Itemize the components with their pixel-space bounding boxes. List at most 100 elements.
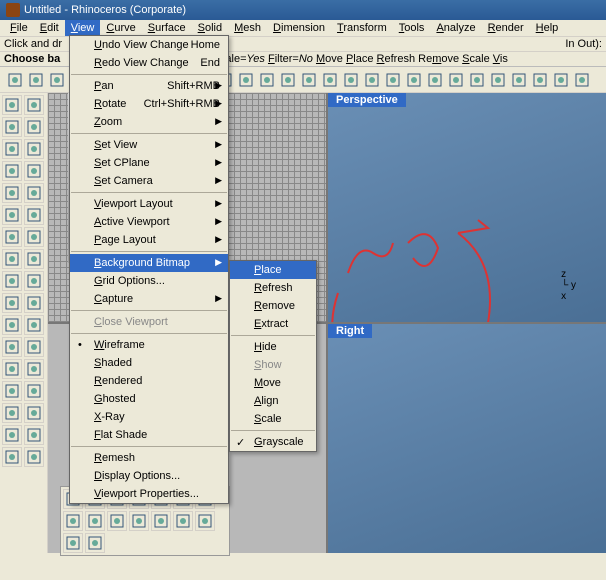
menu-item-x-ray[interactable]: X-Ray: [70, 408, 228, 426]
arc-icon[interactable]: [24, 161, 44, 181]
pipe-icon[interactable]: [2, 271, 22, 291]
menu-item-display-options-[interactable]: Display Options...: [70, 467, 228, 485]
rect-icon[interactable]: [2, 183, 22, 203]
explode-icon[interactable]: [2, 359, 22, 379]
menu-item-set-view[interactable]: Set View▶: [70, 136, 228, 154]
menu-render[interactable]: Render: [482, 20, 530, 36]
menu-tools[interactable]: Tools: [393, 20, 431, 36]
menu-dimension[interactable]: Dimension: [267, 20, 331, 36]
menu-item-refresh[interactable]: Refresh: [230, 279, 316, 297]
trim-icon[interactable]: [24, 315, 44, 335]
menu-item-align[interactable]: Align: [230, 392, 316, 410]
m-icon[interactable]: [173, 511, 193, 531]
menu-item-redo-view-change[interactable]: Redo View ChangeEnd: [70, 54, 228, 72]
line-icon[interactable]: [24, 117, 44, 137]
text-icon[interactable]: [24, 271, 44, 291]
menu-item-pan[interactable]: PanShift+RMB▶: [70, 77, 228, 95]
menu-item-hide[interactable]: Hide: [230, 338, 316, 356]
rotate3d-icon[interactable]: [2, 425, 22, 445]
dim-icon[interactable]: [2, 293, 22, 313]
menu-item-active-viewport[interactable]: Active Viewport▶: [70, 213, 228, 231]
menu-file[interactable]: File: [4, 20, 34, 36]
scale3d-icon[interactable]: [24, 425, 44, 445]
circle-icon[interactable]: [2, 161, 22, 181]
h-icon[interactable]: [63, 511, 83, 531]
bool-icon[interactable]: [2, 315, 22, 335]
offset-icon[interactable]: [24, 381, 44, 401]
menu-view[interactable]: View: [65, 20, 101, 36]
hatch-icon[interactable]: [24, 293, 44, 313]
viewport-perspective[interactable]: Perspective z└ yx: [328, 93, 606, 322]
menu-item-capture[interactable]: Capture▶: [70, 290, 228, 308]
menu-item-ghosted[interactable]: Ghosted: [70, 390, 228, 408]
split-icon[interactable]: [2, 337, 22, 357]
menu-item-undo-view-change[interactable]: Undo View ChangeHome: [70, 36, 228, 54]
menu-analyze[interactable]: Analyze: [430, 20, 481, 36]
polygon-icon[interactable]: [24, 183, 44, 203]
menu-item-extract[interactable]: Extract: [230, 315, 316, 333]
viewport-label[interactable]: Right: [328, 324, 372, 338]
chamfer-icon[interactable]: [2, 381, 22, 401]
menu-solid[interactable]: Solid: [192, 20, 228, 36]
sphere-icon[interactable]: [24, 227, 44, 247]
p-icon[interactable]: [85, 533, 105, 553]
join-icon[interactable]: [24, 337, 44, 357]
save-icon[interactable]: [48, 71, 66, 89]
move3d-icon[interactable]: [2, 447, 22, 467]
array-icon[interactable]: [2, 403, 22, 423]
k-icon[interactable]: [129, 511, 149, 531]
menu-item-rotate[interactable]: RotateCtrl+Shift+RMB▶: [70, 95, 228, 113]
menu-help[interactable]: Help: [530, 20, 565, 36]
zoom-1-icon[interactable]: [321, 71, 339, 89]
cone-icon[interactable]: [24, 249, 44, 269]
i-icon[interactable]: [85, 511, 105, 531]
menu-item-remove[interactable]: Remove: [230, 297, 316, 315]
globe-icon[interactable]: [405, 71, 423, 89]
j-icon[interactable]: [107, 511, 127, 531]
menu-mesh[interactable]: Mesh: [228, 20, 267, 36]
menu-item-zoom[interactable]: Zoom▶: [70, 113, 228, 131]
mirror-icon[interactable]: [24, 403, 44, 423]
l-icon[interactable]: [151, 511, 171, 531]
zoom-sel-icon[interactable]: [300, 71, 318, 89]
menu-item-grayscale[interactable]: ✓Grayscale: [230, 433, 316, 451]
menu-item-set-cplane[interactable]: Set CPlane▶: [70, 154, 228, 172]
viewport-label[interactable]: Perspective: [328, 93, 406, 107]
menu-item-move[interactable]: Move: [230, 374, 316, 392]
car-icon[interactable]: [426, 71, 444, 89]
sphere-icon[interactable]: [447, 71, 465, 89]
open-icon[interactable]: [27, 71, 45, 89]
n-icon[interactable]: [195, 511, 215, 531]
key-icon[interactable]: [489, 71, 507, 89]
menu-edit[interactable]: Edit: [34, 20, 65, 36]
menu-item-viewport-properties-[interactable]: Viewport Properties...: [70, 485, 228, 503]
bulb-icon[interactable]: [531, 71, 549, 89]
menu-item-viewport-layout[interactable]: Viewport Layout▶: [70, 195, 228, 213]
menu-item-wireframe[interactable]: •Wireframe: [70, 336, 228, 354]
menu-curve[interactable]: Curve: [100, 20, 141, 36]
menu-item-set-camera[interactable]: Set Camera▶: [70, 172, 228, 190]
zoom-extents-icon[interactable]: [279, 71, 297, 89]
menu-transform[interactable]: Transform: [331, 20, 393, 36]
pan-icon[interactable]: [384, 71, 402, 89]
plane-icon[interactable]: [24, 205, 44, 225]
lasso-icon[interactable]: [24, 95, 44, 115]
zoom-window-icon[interactable]: [237, 71, 255, 89]
zoom-dynamic-icon[interactable]: [258, 71, 276, 89]
ellipse-icon[interactable]: [2, 205, 22, 225]
menu-item-scale[interactable]: Scale: [230, 410, 316, 428]
render-icon[interactable]: [573, 71, 591, 89]
new-icon[interactable]: [6, 71, 24, 89]
menu-surface[interactable]: Surface: [142, 20, 192, 36]
menu-item-place[interactable]: Place: [230, 261, 316, 279]
viewport-right[interactable]: Right: [328, 324, 606, 553]
menu-item-remesh[interactable]: Remesh: [70, 449, 228, 467]
cplane-icon[interactable]: [468, 71, 486, 89]
arrow-icon[interactable]: [2, 95, 22, 115]
menu-item-background-bitmap[interactable]: Background Bitmap▶: [70, 254, 228, 272]
align3d-icon[interactable]: [24, 447, 44, 467]
curve-icon[interactable]: [24, 139, 44, 159]
point-icon[interactable]: [2, 117, 22, 137]
cyl-icon[interactable]: [2, 249, 22, 269]
grid-icon[interactable]: [363, 71, 381, 89]
